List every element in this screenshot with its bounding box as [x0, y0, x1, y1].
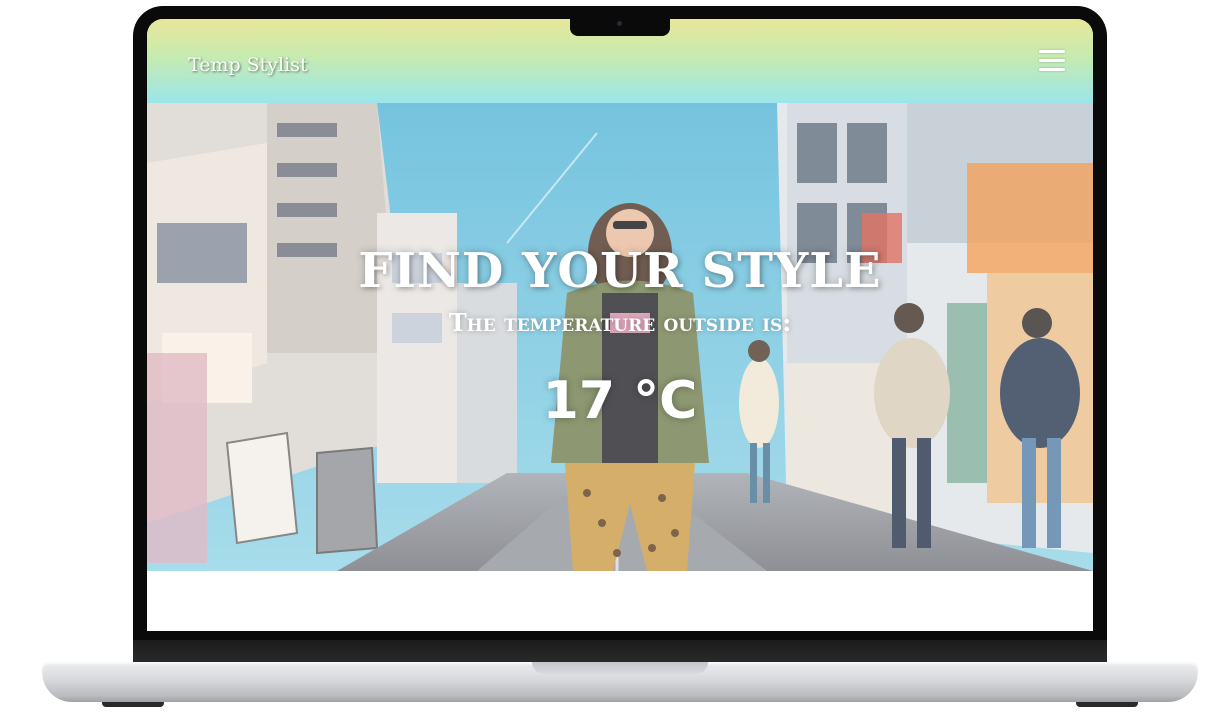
- content-area: [147, 571, 1093, 631]
- laptop-hinge: [133, 640, 1107, 664]
- hero-overlay: [147, 103, 1093, 571]
- camera-icon: [617, 21, 622, 26]
- laptop-foot-right: [1076, 702, 1138, 707]
- camera-notch: [570, 16, 670, 36]
- brand-logo[interactable]: Temp Stylist: [188, 54, 308, 76]
- laptop-base: [42, 662, 1198, 702]
- hero-headline: FIND YOUR STYLE: [358, 243, 882, 299]
- hero-section: FIND YOUR STYLE The temperature outside …: [147, 103, 1093, 571]
- hamburger-menu-icon[interactable]: [1039, 50, 1065, 72]
- temperature-readout: 17 °C: [542, 371, 698, 431]
- hero-subheadline: The temperature outside is:: [448, 308, 792, 337]
- laptop-opening-notch: [532, 662, 708, 674]
- laptop-foot-left: [102, 702, 164, 707]
- laptop-screen: Temp Stylist FIND YOUR STYLE The tempera…: [147, 19, 1093, 631]
